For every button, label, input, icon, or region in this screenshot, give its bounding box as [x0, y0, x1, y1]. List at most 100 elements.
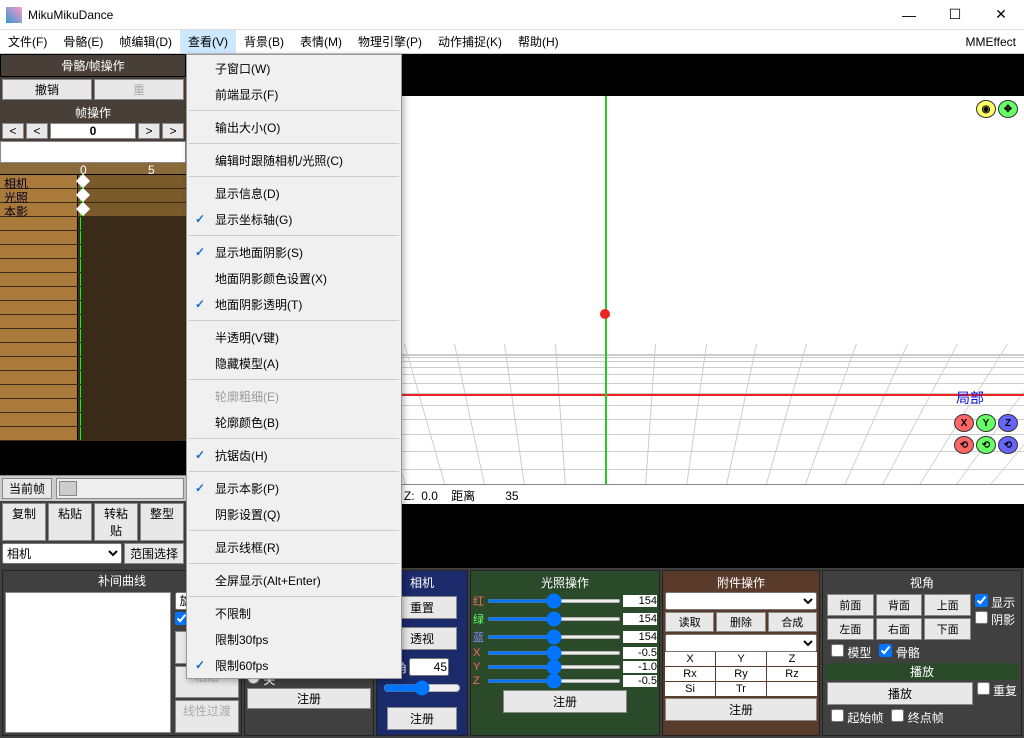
left-panel: 骨骼/帧操作 撤销 重 帧操作 < < 0 > > 0 5 相机光照本影 当前帧 — [0, 54, 186, 568]
light-register-button[interactable]: 注册 — [503, 690, 627, 713]
light-z-slider[interactable] — [487, 679, 621, 683]
viewmenu-item[interactable]: 全屏显示(Alt+Enter) — [187, 567, 401, 593]
att-register-button[interactable]: 注册 — [665, 698, 817, 721]
gizmo-rz-icon[interactable]: ⟲ — [998, 436, 1018, 454]
viewmenu-item[interactable]: 半透明(V键) — [187, 324, 401, 350]
paste-button[interactable]: 粘贴 — [48, 503, 92, 541]
gizmo-z-icon[interactable]: Z — [998, 414, 1018, 432]
menu-bar: 文件(F) 骨骼(E) 帧编辑(D) 查看(V) 背景(B) 表情(M) 物理引… — [0, 30, 1024, 54]
att-show-checkbox[interactable] — [975, 594, 988, 607]
start-frame-checkbox[interactable] — [831, 709, 844, 722]
light-panel: 光照操作 红154 绿154 蓝154 X-0.5 Y-1.0 Z-0.5 注册 — [470, 570, 660, 736]
viewmenu-item[interactable]: 显示坐标轴(G) — [187, 206, 401, 232]
viewmenu-item[interactable]: 子窗口(W) — [187, 55, 401, 81]
att-shadow-checkbox[interactable] — [975, 611, 988, 624]
attachment-panel: 附件操作 读取删除合成 XYZ RxRyRz SiTr 注册 — [662, 570, 820, 736]
menu-frame-edit[interactable]: 帧编辑(D) — [111, 30, 180, 53]
mme-link[interactable]: MMEffect — [966, 30, 1024, 53]
menu-bone[interactable]: 骨骼(E) — [55, 30, 111, 53]
adjust-button[interactable]: 整型 — [140, 503, 184, 541]
att-read-button[interactable]: 读取 — [665, 612, 714, 632]
menu-file[interactable]: 文件(F) — [0, 30, 55, 53]
gizmo-rx-icon[interactable]: ⟲ — [954, 436, 974, 454]
follow-bone-checkbox[interactable] — [879, 644, 892, 657]
menu-physics[interactable]: 物理引擎(P) — [350, 30, 430, 53]
undo-button[interactable]: 撤销 — [2, 79, 92, 100]
cam-register-button[interactable]: 注册 — [387, 707, 457, 730]
light-b-slider[interactable] — [487, 635, 621, 639]
y-axis — [605, 96, 607, 504]
att-comp-button[interactable]: 合成 — [768, 612, 817, 632]
viewmenu-item[interactable]: 限制60fps — [187, 652, 401, 678]
viewmenu-item[interactable]: 抗锯齿(H) — [187, 442, 401, 468]
cam-angle-slider[interactable] — [383, 680, 461, 696]
cam-angle-input[interactable] — [409, 658, 449, 676]
light-r-slider[interactable] — [487, 599, 621, 603]
menu-background[interactable]: 背景(B) — [236, 30, 292, 53]
view-front-button[interactable]: 前面 — [827, 594, 874, 616]
viewmenu-item[interactable]: 地面阴影透明(T) — [187, 291, 401, 317]
viewmenu-item[interactable]: 显示地面阴影(S) — [187, 239, 401, 265]
view-back-button[interactable]: 背面 — [876, 594, 923, 616]
view-left-button[interactable]: 左面 — [827, 618, 874, 640]
viewmenu-item[interactable]: 输出大小(O) — [187, 114, 401, 140]
curve-linear-button[interactable]: 线性过渡 — [175, 700, 239, 733]
viewmenu-item[interactable]: 编辑时跟随相机/光照(C) — [187, 147, 401, 173]
viewmenu-item[interactable]: 隐藏模型(A) — [187, 350, 401, 376]
light-y-slider[interactable] — [487, 665, 621, 669]
range-select-button[interactable]: 范围选择 — [124, 543, 184, 564]
maximize-button[interactable]: ☐ — [932, 0, 978, 30]
gizmo-y-icon[interactable]: Y — [976, 414, 996, 432]
timeline-ruler: 0 5 — [0, 163, 186, 175]
close-button[interactable]: ✕ — [978, 0, 1024, 30]
att-select2[interactable] — [665, 634, 817, 652]
att-delete-button[interactable]: 删除 — [716, 612, 765, 632]
viewmenu-item[interactable]: 显示线框(R) — [187, 534, 401, 560]
frame-next2-button[interactable]: > — [162, 123, 184, 139]
end-frame-checkbox[interactable] — [891, 709, 904, 722]
copy-button[interactable]: 复制 — [2, 503, 46, 541]
curve-canvas[interactable] — [5, 592, 171, 733]
viewmenu-item[interactable]: 不限制 — [187, 600, 401, 626]
redo-button[interactable]: 重 — [94, 79, 184, 100]
minimize-button[interactable]: ― — [886, 0, 932, 30]
window-title: MikuMikuDance — [28, 8, 113, 22]
timeline[interactable]: 0 5 相机光照本影 — [0, 163, 186, 475]
app-icon — [6, 7, 22, 23]
gizmo-ry-icon[interactable]: ⟲ — [976, 436, 996, 454]
repeat-checkbox[interactable] — [977, 682, 990, 695]
move-tool-icon[interactable]: ✥ — [998, 100, 1018, 118]
view-right-button[interactable]: 右面 — [876, 618, 923, 640]
light-x-slider[interactable] — [487, 651, 621, 655]
frame-next-button[interactable]: > — [138, 123, 160, 139]
menu-expression[interactable]: 表情(M) — [292, 30, 350, 53]
frame-prev-button[interactable]: < — [2, 123, 24, 139]
current-frame-button[interactable]: 当前帧 — [2, 478, 52, 499]
model-select[interactable]: 相机 — [2, 543, 122, 564]
menu-help[interactable]: 帮助(H) — [510, 30, 567, 53]
paste-mirror-button[interactable]: 转粘贴 — [94, 503, 138, 541]
view-bottom-button[interactable]: 下面 — [924, 618, 971, 640]
frame-prev2-button[interactable]: < — [26, 123, 48, 139]
play-button[interactable]: 播放 — [827, 682, 973, 705]
menu-view[interactable]: 查看(V) — [180, 30, 236, 53]
viewmenu-item[interactable]: 地面阴影颜色设置(X) — [187, 265, 401, 291]
light-g-slider[interactable] — [487, 617, 621, 621]
frame-number-input[interactable]: 0 — [50, 123, 136, 139]
title-bar: MikuMikuDance ― ☐ ✕ — [0, 0, 1024, 30]
view-top-button[interactable]: 上面 — [924, 594, 971, 616]
timeline-scrollbar[interactable] — [56, 478, 184, 499]
menu-motion-capture[interactable]: 动作捕捉(K) — [430, 30, 510, 53]
viewmenu-item[interactable]: 限制30fps — [187, 626, 401, 652]
viewmenu-item[interactable]: 轮廓粗细(E) — [187, 383, 401, 409]
viewmenu-item[interactable]: 显示信息(D) — [187, 180, 401, 206]
follow-model-checkbox[interactable] — [831, 644, 844, 657]
model-register-button[interactable]: 注册 — [247, 688, 371, 709]
viewmenu-item[interactable]: 前端显示(F) — [187, 81, 401, 107]
viewmenu-item[interactable]: 显示本影(P) — [187, 475, 401, 501]
view-tool-icon[interactable]: ◉ — [976, 100, 996, 118]
att-select[interactable] — [665, 592, 817, 610]
viewmenu-item[interactable]: 阴影设置(Q) — [187, 501, 401, 527]
gizmo-x-icon[interactable]: X — [954, 414, 974, 432]
viewmenu-item[interactable]: 轮廓颜色(B) — [187, 409, 401, 435]
